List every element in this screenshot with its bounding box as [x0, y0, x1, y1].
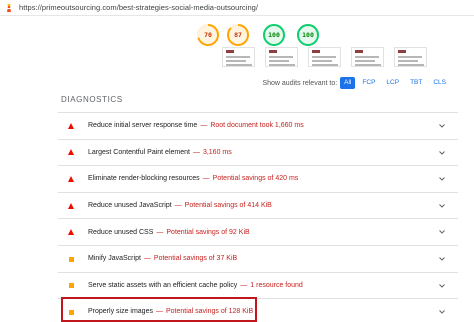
audit-separator: — [156, 228, 164, 236]
filmstrip-frame [308, 47, 341, 67]
chevron-down-icon[interactable] [438, 228, 446, 236]
audit-row[interactable]: Serve static assets with an efficient ca… [58, 271, 458, 299]
audit-title: Reduce unused CSS [88, 228, 154, 236]
audit-detail: 3,160 ms [202, 148, 232, 156]
fail-triangle-icon [68, 228, 76, 236]
audit-separator: — [192, 148, 200, 156]
audit-separator: — [240, 281, 248, 289]
fail-triangle-icon [68, 202, 76, 210]
audit-title: Largest Contentful Paint element [88, 148, 190, 156]
audit-row[interactable]: Eliminate render-blocking resources — Pote… [58, 165, 458, 192]
score-gauge-best-practices[interactable]: 100 [262, 23, 286, 47]
filmstrip-frame [265, 47, 298, 67]
audit-title: Serve static assets with an efficient ca… [88, 281, 238, 289]
score-gauge-performance[interactable]: 70 [196, 23, 220, 47]
warning-square-icon [68, 255, 76, 263]
score-value: 100 [302, 31, 314, 39]
diagnostics-heading: DIAGNOSTICS [61, 95, 123, 104]
highlight-box [61, 297, 257, 322]
filter-chip-all[interactable]: All [340, 77, 356, 89]
audit-filter: Show audits relevant to: All FCP LCP TBT… [262, 77, 450, 89]
filter-chip-cls[interactable]: CLS [429, 77, 450, 89]
url-text: https://primeoutsourcing.com/best-strate… [19, 3, 259, 12]
fail-triangle-icon [68, 122, 76, 130]
chevron-down-icon[interactable] [438, 282, 446, 290]
audit-title: Reduce unused JavaScript [88, 202, 172, 210]
chevron-down-icon[interactable] [438, 202, 446, 210]
score-gauge-accessibility[interactable]: 87 [226, 23, 250, 47]
chevron-down-icon[interactable] [438, 255, 446, 263]
audit-row[interactable]: Minify JavaScript — Potential savings of 3… [58, 244, 458, 272]
filmstrip-frame [222, 47, 255, 67]
chevron-down-icon[interactable] [438, 122, 446, 130]
score-gauge-seo[interactable]: 100 [296, 23, 320, 47]
audit-filter-label: Show audits relevant to: [262, 79, 338, 87]
filter-chip-tbt[interactable]: TBT [406, 77, 426, 89]
score-value: 87 [234, 31, 242, 39]
audit-title: Reduce initial server response time [88, 122, 198, 130]
score-value: 70 [204, 31, 212, 39]
audit-list: Reduce initial server response time — Root… [58, 112, 458, 322]
audit-detail: Potential savings of 92 KiB [166, 228, 250, 236]
audit-detail: 1 resource found [250, 281, 303, 289]
filter-chip-lcp[interactable]: LCP [382, 77, 403, 89]
audit-title: Eliminate render-blocking resources [88, 175, 200, 183]
chevron-down-icon[interactable] [438, 149, 446, 157]
fail-triangle-icon [68, 175, 76, 183]
lighthouse-icon [4, 3, 14, 13]
audit-row[interactable]: Reduce initial server response time — Root… [58, 112, 458, 139]
audit-detail: Potential savings of 414 KiB [184, 202, 272, 210]
filmstrip-frame [394, 47, 427, 67]
filter-chip-fcp[interactable]: FCP [358, 77, 379, 89]
audit-separator: — [202, 175, 210, 183]
audit-detail: Potential savings of 420 ms [212, 175, 299, 183]
fail-triangle-icon [68, 148, 76, 156]
audit-title: Minify JavaScript [88, 255, 141, 263]
chevron-down-icon[interactable] [438, 308, 446, 316]
address-bar[interactable]: https://primeoutsourcing.com/best-strate… [0, 0, 474, 16]
audit-row[interactable]: Reduce unused CSS — Potential savings of 9… [58, 218, 458, 245]
score-value: 100 [268, 31, 280, 39]
filmstrip-frame [351, 47, 384, 67]
audit-row[interactable]: Reduce unused JavaScript — Potential savin… [58, 191, 458, 219]
audit-separator: — [174, 202, 182, 210]
warning-square-icon [68, 281, 76, 289]
audit-row[interactable]: Largest Contentful Paint element —3,160 m… [58, 138, 458, 166]
audit-separator: — [200, 122, 208, 130]
filmstrip [222, 47, 474, 67]
audit-detail: Potential savings of 37 KiB [153, 255, 238, 263]
audit-separator: — [143, 255, 151, 263]
audit-detail: Root document took 1,660 ms [210, 122, 304, 130]
chevron-down-icon[interactable] [438, 175, 446, 183]
